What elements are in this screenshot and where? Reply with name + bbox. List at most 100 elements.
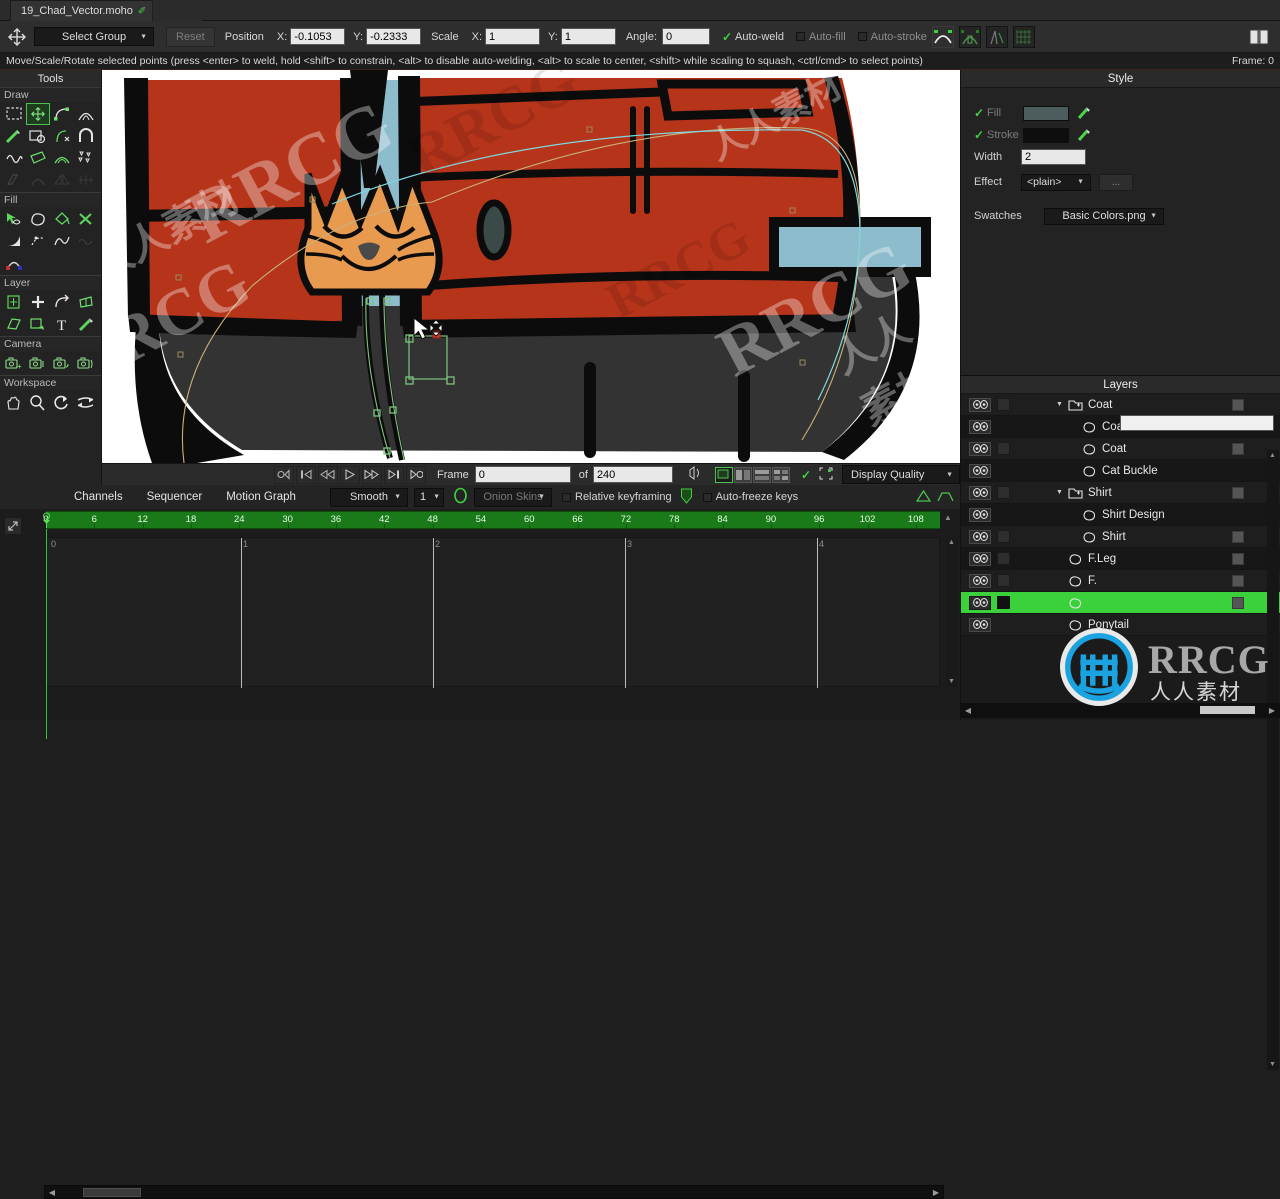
fill-color-swatch[interactable]	[1023, 105, 1069, 121]
swatches-file-select[interactable]: Basic Colors.png ▼	[1044, 207, 1164, 225]
scrollbar-thumb[interactable]	[1200, 706, 1255, 714]
tab-channels[interactable]: Channels	[62, 485, 135, 509]
rewind-start-button[interactable]	[273, 465, 294, 484]
tab-sequencer[interactable]: Sequencer	[135, 485, 215, 509]
scale-x-input[interactable]: 1	[485, 28, 541, 45]
layer-row[interactable]: Cat Buckle	[961, 460, 1280, 482]
keyframe-shield-icon[interactable]	[680, 488, 693, 507]
layer-color-chip[interactable]	[1232, 553, 1244, 565]
layer-row[interactable]: Coat	[961, 438, 1280, 460]
playhead-marker-icon[interactable]	[41, 512, 52, 532]
curve-arch-icon[interactable]	[931, 25, 954, 48]
quad-view-button[interactable]	[771, 466, 790, 483]
layer-timing-swatch[interactable]	[997, 530, 1010, 543]
auto-freeze-keys-checkbox[interactable]: Auto-freeze keys	[702, 491, 798, 503]
position-x-input[interactable]: -0.1053	[290, 28, 346, 45]
prev-keyframe-button[interactable]	[295, 465, 316, 484]
flip-points-h-tool[interactable]	[50, 169, 74, 191]
layer-visibility-toggle[interactable]	[969, 463, 991, 478]
layer-visibility-toggle[interactable]	[969, 617, 991, 632]
scroll-left-icon[interactable]: ◀	[960, 706, 976, 715]
timeline-ruler[interactable]: 06121824303642485460667278849096102108	[43, 511, 940, 529]
transform-points-tool[interactable]	[26, 103, 50, 125]
roll-camera-tool[interactable]	[50, 352, 74, 374]
layer-visibility-toggle[interactable]	[969, 441, 991, 456]
delete-edge-tool[interactable]	[50, 125, 74, 147]
layer-visibility-toggle[interactable]	[969, 529, 991, 544]
layer-row[interactable]: F.Leg	[961, 548, 1280, 570]
fill-eyedropper-icon[interactable]	[1076, 105, 1092, 121]
select-points-tool[interactable]	[2, 103, 26, 125]
timeline-vertical-scrollbar[interactable]: ▲ ▼	[946, 537, 958, 687]
shear-layer-tool[interactable]	[2, 313, 26, 335]
stroke-color-swatch[interactable]	[1023, 127, 1069, 143]
layer-row[interactable]: ▼ Coat	[961, 394, 1280, 416]
layer-color-chip[interactable]	[1232, 531, 1244, 543]
curvature-tool[interactable]	[50, 147, 74, 169]
display-quality-select[interactable]: Display Quality ▼	[842, 465, 960, 484]
fill-checkbox[interactable]: ✓	[974, 106, 984, 120]
bone-constraints-icon[interactable]	[958, 25, 981, 48]
layer-timing-swatch[interactable]	[997, 398, 1010, 411]
freehand-tool[interactable]	[2, 125, 26, 147]
layer-row[interactable]: Shirt Design	[961, 504, 1280, 526]
layer-row[interactable]: Shirt	[961, 526, 1280, 548]
layer-color-chip[interactable]	[1232, 399, 1244, 411]
layer-timing-swatch[interactable]	[997, 420, 1010, 433]
layer-timing-swatch[interactable]	[997, 596, 1010, 609]
stroke-checkbox[interactable]: ✓	[974, 128, 984, 142]
point-reduce-icon[interactable]	[985, 25, 1008, 48]
layer-row[interactable]: F.	[961, 570, 1280, 592]
position-y-input[interactable]: -0.2333	[366, 28, 422, 45]
layers-vertical-scrollbar[interactable]: ▲ ▼	[1267, 450, 1279, 1070]
text-tool[interactable]: T	[50, 313, 74, 335]
scrollbar-thumb[interactable]	[83, 1188, 141, 1197]
rotate-layer-tool[interactable]	[50, 291, 74, 313]
translate-layer-tool[interactable]	[26, 291, 50, 313]
blend-colors-tool[interactable]	[2, 252, 26, 274]
set-origin-tool[interactable]	[2, 291, 26, 313]
layer-visibility-toggle[interactable]	[969, 573, 991, 588]
layer-visibility-toggle[interactable]	[969, 551, 991, 566]
track-camera-tool[interactable]: +	[2, 352, 26, 374]
scatter-brush-tool[interactable]	[74, 147, 98, 169]
step-select[interactable]: 1 ▼	[414, 487, 444, 507]
scroll-right-icon[interactable]: ▶	[929, 1188, 943, 1197]
next-keyframe-button[interactable]	[405, 465, 426, 484]
add-point-tool[interactable]	[50, 103, 74, 125]
layer-timing-swatch[interactable]	[997, 574, 1010, 587]
layer-row[interactable]: Ponytail	[961, 614, 1280, 636]
relative-keyframing-checkbox[interactable]: Relative keyframing	[562, 491, 672, 503]
mesh-grid-icon[interactable]	[1012, 25, 1035, 48]
noise-tool[interactable]	[2, 147, 26, 169]
layer-timing-swatch[interactable]	[997, 508, 1010, 521]
width-input[interactable]: 2	[1021, 149, 1086, 165]
orbit-workspace-tool[interactable]	[74, 391, 98, 413]
chevron-down-icon[interactable]: ▼	[1056, 489, 1066, 496]
new-tab-slot[interactable]	[152, 0, 202, 21]
paint-bucket-tool[interactable]	[50, 208, 74, 230]
line-width-tool[interactable]	[2, 230, 26, 252]
select-bounds-icon[interactable]	[819, 467, 833, 483]
chevron-down-icon[interactable]: ▼	[1056, 401, 1066, 408]
layer-visibility-toggle[interactable]	[969, 419, 991, 434]
layers-filter-input[interactable]	[1120, 415, 1274, 431]
pan-tilt-camera-tool[interactable]	[74, 352, 98, 374]
tab-motion-graph[interactable]: Motion Graph	[214, 485, 308, 509]
speaker-icon[interactable]	[687, 466, 703, 483]
layers-horizontal-scrollbar[interactable]: ◀ ▶	[960, 703, 1280, 718]
stroke-eyedropper-icon[interactable]	[1076, 127, 1092, 143]
layer-visibility-toggle[interactable]	[969, 485, 991, 500]
create-shape-tool[interactable]	[26, 208, 50, 230]
step-forward-button[interactable]	[383, 465, 404, 484]
bend-points-tool[interactable]	[26, 169, 50, 191]
split-horizontal-view-button[interactable]	[752, 466, 771, 483]
auto-stroke-checkbox[interactable]: Auto-stroke	[857, 31, 927, 43]
expand-timeline-button[interactable]	[4, 517, 22, 535]
shear-points-tool[interactable]	[2, 169, 26, 191]
single-view-button[interactable]	[714, 466, 733, 483]
layer-timing-swatch[interactable]	[997, 618, 1010, 631]
layer-timing-swatch[interactable]	[997, 552, 1010, 565]
document-canvas[interactable]: RRCG RRCG RRCG RRCG RRCG 人人素材 人人素材 人人素材	[102, 70, 960, 463]
zoom-camera-tool[interactable]	[26, 352, 50, 374]
